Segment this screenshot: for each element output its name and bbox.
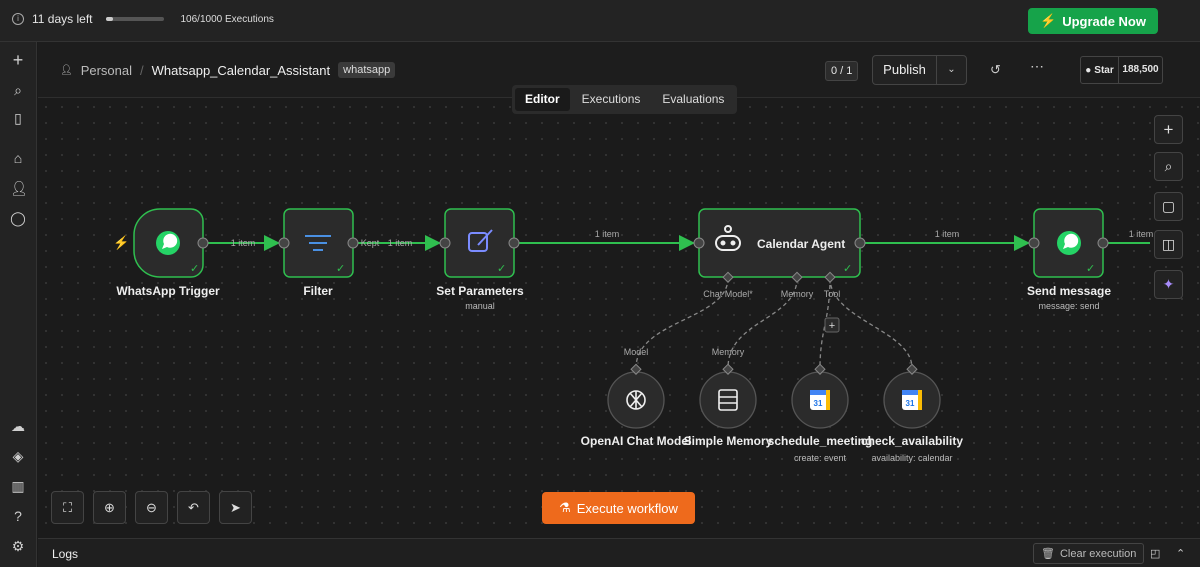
sub-connections <box>635 277 913 369</box>
port-label-model: Model <box>624 347 649 357</box>
output-port[interactable] <box>508 237 520 249</box>
edge-label-1: 1 item <box>231 238 256 248</box>
node-label: Filter <box>303 284 333 298</box>
output-port[interactable] <box>347 237 359 249</box>
edge-label-kept: Kept <box>361 238 380 248</box>
node-subtitle: create: event <box>794 453 847 463</box>
node-filter[interactable]: ✓ Filter <box>278 208 359 298</box>
node-label: check_availability <box>861 434 963 448</box>
trash-icon: 🗑︎ <box>1041 548 1055 560</box>
output-port[interactable] <box>197 237 209 249</box>
node-label: Calendar Agent <box>757 237 845 251</box>
fit-view-icon[interactable]: ⛶ <box>51 491 84 524</box>
success-check-icon: ✓ <box>497 263 506 275</box>
node-check-availability[interactable]: 31 check_availability availability: cale… <box>861 363 963 463</box>
google-calendar-icon: 31 <box>902 390 922 410</box>
node-schedule-meeting[interactable]: 31 schedule_meeting create: event <box>768 363 873 463</box>
popout-icon[interactable]: ◰ <box>1150 547 1160 560</box>
logs-title: Logs <box>52 547 79 561</box>
node-label: schedule_meeting <box>768 434 873 448</box>
success-check-icon: ✓ <box>190 263 199 275</box>
flask-icon: ⚗ <box>559 500 571 515</box>
panel-toggle-icon[interactable]: ◫ <box>1154 230 1183 259</box>
output-port[interactable] <box>854 237 866 249</box>
search-icon[interactable]: ⌕ <box>1154 152 1183 181</box>
node-subtitle: availability: calendar <box>871 453 952 463</box>
input-port[interactable] <box>693 237 705 249</box>
plus-icon: + <box>829 320 835 332</box>
success-check-icon: ✓ <box>1086 263 1095 275</box>
logs-panel[interactable]: Logs 🗑︎ Clear execution ◰ ⌃ <box>38 538 1200 567</box>
edge-label-2: 1 item <box>388 238 413 248</box>
execute-label: Execute workflow <box>576 500 678 516</box>
port-label-chat-model: Chat Model* <box>703 289 753 299</box>
edge-label-3: 1 item <box>595 229 620 239</box>
edge-agent-check[interactable] <box>829 277 913 369</box>
node-label: Simple Memory <box>684 434 773 448</box>
zoom-in-icon[interactable]: ⊕ <box>93 491 126 524</box>
google-calendar-icon: 31 <box>810 390 830 410</box>
edge-label-5: 1 item <box>1129 229 1154 239</box>
zoom-out-icon[interactable]: ⊖ <box>135 491 168 524</box>
input-port[interactable] <box>278 237 290 249</box>
success-check-icon: ✓ <box>843 263 852 275</box>
node-send-message[interactable]: ✓ Send message message: send <box>1027 208 1111 311</box>
node-subtitle: manual <box>465 301 495 311</box>
add-node-button[interactable]: + <box>1154 115 1183 144</box>
node-openai-chat-model[interactable]: Model OpenAI Chat Model <box>581 347 692 448</box>
workflow-graph: 1 item Kept 1 item 1 item 1 item 1 item … <box>113 208 1154 463</box>
trigger-bolt-icon: ⚡ <box>113 235 129 251</box>
node-label: OpenAI Chat Model <box>581 434 692 448</box>
sticky-note-icon[interactable]: ▢ <box>1154 192 1183 221</box>
port-label-memory: Memory <box>781 289 814 299</box>
tidy-up-icon[interactable]: ➤ <box>219 491 252 524</box>
success-check-icon: ✓ <box>336 263 345 275</box>
port-label-tool: Tool <box>824 289 841 299</box>
node-label: Set Parameters <box>436 284 524 298</box>
node-calendar-agent[interactable]: Calendar Agent ✓ Chat Model* Memory Tool… <box>693 208 866 333</box>
port-label-memory-in: Memory <box>712 347 745 357</box>
svg-text:31: 31 <box>906 399 915 408</box>
svg-text:31: 31 <box>814 399 823 408</box>
node-whatsapp-trigger[interactable]: ⚡ ✓ WhatsApp Trigger <box>113 208 220 298</box>
chevron-up-icon[interactable]: ⌃ <box>1176 547 1185 560</box>
clear-execution-label: Clear execution <box>1059 547 1137 560</box>
input-port[interactable] <box>1028 237 1040 249</box>
node-set-parameters[interactable]: ✓ Set Parameters manual <box>436 208 524 311</box>
node-label: Send message <box>1027 284 1111 298</box>
clear-execution-button[interactable]: 🗑︎ Clear execution <box>1033 543 1145 564</box>
node-subtitle: message: send <box>1038 301 1099 311</box>
output-port[interactable] <box>1097 237 1109 249</box>
undo-icon[interactable]: ↶ <box>177 491 210 524</box>
execute-workflow-button[interactable]: ⚗ Execute workflow <box>542 492 695 524</box>
node-label: WhatsApp Trigger <box>116 284 220 298</box>
ai-assistant-icon[interactable]: ✦ <box>1154 270 1183 299</box>
edge-label-4: 1 item <box>935 229 960 239</box>
input-port[interactable] <box>439 237 451 249</box>
